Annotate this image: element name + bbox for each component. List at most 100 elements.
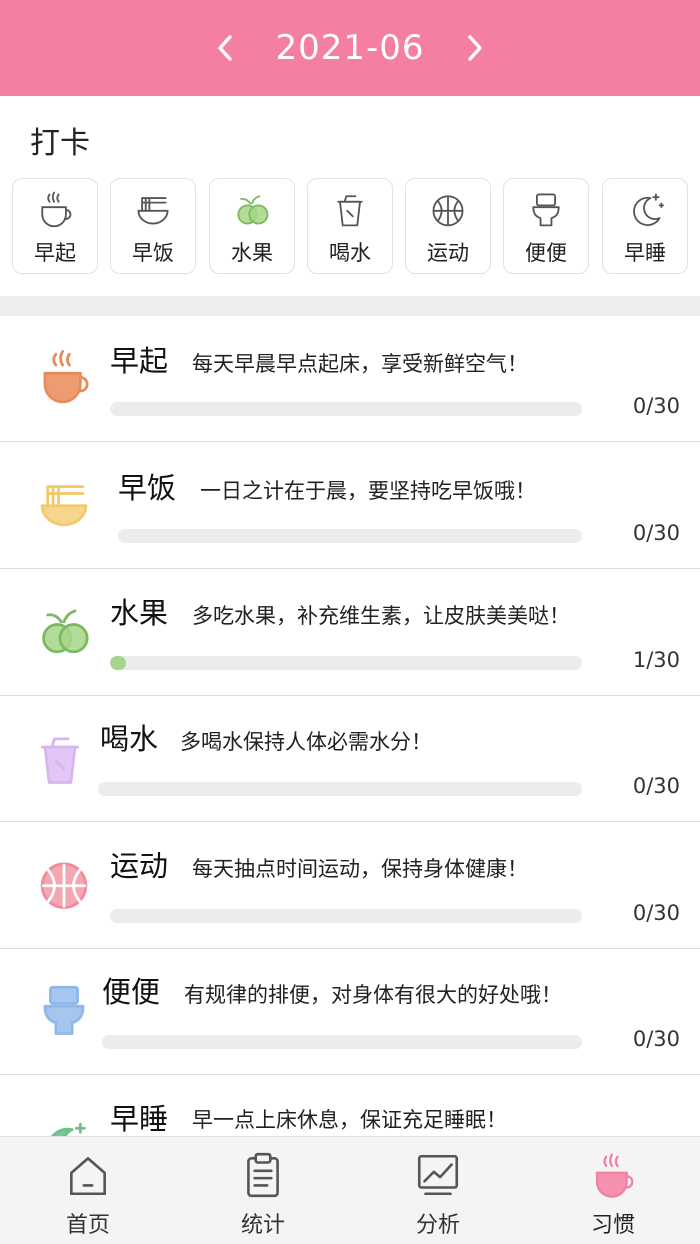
habit-progress-bar	[102, 1035, 582, 1049]
drink-cup-icon	[337, 195, 363, 227]
habit-icon	[34, 473, 98, 537]
drink-cup-icon	[40, 737, 80, 784]
prev-month-button[interactable]	[203, 26, 247, 70]
chip-icon	[230, 187, 274, 231]
checkin-title: 打卡	[30, 126, 90, 161]
tab-label: 首页	[65, 1213, 110, 1238]
tab-icon	[62, 1149, 114, 1201]
habit-progress-bar	[110, 909, 582, 923]
habit-row[interactable]: 运动 每天抽点时间运动，保持身体健康！ 0/30	[0, 823, 700, 949]
habit-icon	[34, 979, 98, 1043]
tab-label: 习惯	[590, 1213, 635, 1238]
ball-icon	[432, 195, 464, 227]
noodle-bowl-icon	[40, 485, 88, 527]
habit-icon	[34, 346, 98, 410]
habit-progress-fill	[110, 656, 126, 670]
toilet-icon	[532, 193, 560, 227]
habit-name: 早睡	[110, 1102, 169, 1136]
habit-count: 0/30	[632, 521, 680, 545]
noodle-bowl-icon	[137, 197, 169, 225]
checkin-chip[interactable]: 早饭	[110, 178, 196, 274]
habit-list: 早起 每天早晨早点起床，享受新鲜空气！ 0/30 早饭 一日之计在于晨，要坚持吃早饭哦…	[0, 316, 700, 1136]
habit-row[interactable]: 早饭 一日之计在于晨，要坚持吃早饭哦！ 0/30	[0, 443, 700, 569]
checkin-chip[interactable]: 早睡	[602, 178, 688, 274]
habit-row[interactable]: 水果 多吃水果，补充维生素，让皮肤美美哒！ 1/30	[0, 570, 700, 696]
habit-icon	[30, 728, 94, 792]
habit-name: 水果	[110, 596, 169, 630]
coffee-cup-icon	[43, 350, 89, 404]
habit-count: 0/30	[632, 901, 680, 925]
chevron-right-icon	[467, 35, 482, 61]
tab-habits[interactable]: 习惯	[553, 1137, 673, 1244]
habit-name: 早饭	[118, 471, 177, 505]
checkin-chip[interactable]: 喝水	[307, 178, 393, 274]
chip-label: 运动	[427, 241, 469, 265]
habit-icon	[34, 853, 98, 917]
chip-label: 便便	[525, 241, 567, 265]
chip-label: 早饭	[132, 241, 174, 265]
habit-count: 0/30	[632, 774, 680, 798]
chip-icon	[131, 187, 175, 231]
habit-progress-bar	[98, 782, 582, 796]
habit-progress-bar	[110, 656, 582, 670]
habit-description: 多喝水保持人体必需水分！	[180, 730, 432, 754]
habit-name: 喝水	[100, 722, 159, 756]
toilet-icon	[43, 985, 85, 1035]
moon-icon	[51, 1122, 86, 1136]
chart-icon	[417, 1154, 459, 1196]
habit-count: 0/30	[632, 394, 680, 418]
home-icon	[70, 1157, 106, 1196]
habit-row[interactable]: 便便 有规律的排便，对身体有很大的好处哦！ 0/30	[0, 949, 700, 1075]
habit-count: 0/30	[632, 1027, 680, 1051]
checkin-chip[interactable]: 运动	[405, 178, 491, 274]
habit-description: 有规律的排便，对身体有很大的好处哦！	[184, 983, 562, 1007]
coffee-cup-icon	[41, 191, 72, 228]
chip-icon	[328, 187, 372, 231]
tab-analysis[interactable]: 分析	[378, 1137, 498, 1244]
tab-stats[interactable]: 统计	[203, 1137, 323, 1244]
habit-description: 每天抽点时间运动，保持身体健康！	[192, 857, 528, 881]
habit-description: 每天早晨早点起床，享受新鲜空气！	[192, 352, 528, 376]
checkin-chip[interactable]: 早起	[12, 178, 98, 274]
clipboard-icon	[247, 1152, 279, 1198]
next-month-button[interactable]	[453, 26, 497, 70]
chip-icon	[426, 187, 470, 231]
fruit-icon	[42, 609, 89, 654]
habit-progress-bar	[118, 529, 582, 543]
checkin-chip[interactable]: 水果	[209, 178, 295, 274]
chip-label: 水果	[231, 241, 273, 265]
habit-row[interactable]: 早起 每天早晨早点起床，享受新鲜空气！ 0/30	[0, 316, 700, 442]
tab-home[interactable]: 首页	[28, 1137, 148, 1244]
habit-icon	[34, 1116, 98, 1136]
checkin-chip-row: 早起 早饭 水果 喝水 运动 便便 早睡	[12, 178, 692, 276]
coffee-cup-icon	[595, 1153, 634, 1198]
habit-row[interactable]: 喝水 多喝水保持人体必需水分！ 0/30	[0, 696, 700, 822]
habit-row[interactable]: 早睡 早一点上床休息，保证充足睡眠！	[0, 1076, 700, 1136]
ball-icon	[40, 862, 88, 909]
fruit-icon	[237, 195, 269, 225]
chip-label: 早起	[34, 241, 76, 265]
chip-icon	[623, 187, 667, 231]
habit-name: 便便	[102, 975, 161, 1009]
habit-description: 多吃水果，补充维生素，让皮肤美美哒！	[192, 604, 570, 628]
header-bar: 2021-06	[0, 0, 700, 96]
habit-count: 1/30	[632, 648, 680, 672]
tab-icon	[587, 1149, 639, 1201]
chevron-left-icon	[218, 35, 233, 61]
habit-name: 运动	[110, 849, 169, 883]
tab-icon	[237, 1149, 289, 1201]
habit-icon	[34, 600, 98, 664]
tab-label: 统计	[240, 1213, 285, 1238]
tab-label: 分析	[415, 1213, 460, 1238]
habit-description: 早一点上床休息，保证充足睡眠！	[192, 1108, 507, 1132]
section-divider	[0, 296, 700, 316]
month-title: 2021-06	[275, 28, 425, 68]
habit-name: 早起	[110, 344, 169, 378]
tab-icon	[412, 1149, 464, 1201]
chip-label: 喝水	[329, 241, 371, 265]
chip-label: 早睡	[624, 241, 666, 265]
bottom-tab-bar: 首页 统计 分析 习惯	[0, 1136, 700, 1244]
moon-icon	[633, 193, 665, 226]
checkin-chip[interactable]: 便便	[503, 178, 589, 274]
habit-progress-bar	[110, 402, 582, 416]
